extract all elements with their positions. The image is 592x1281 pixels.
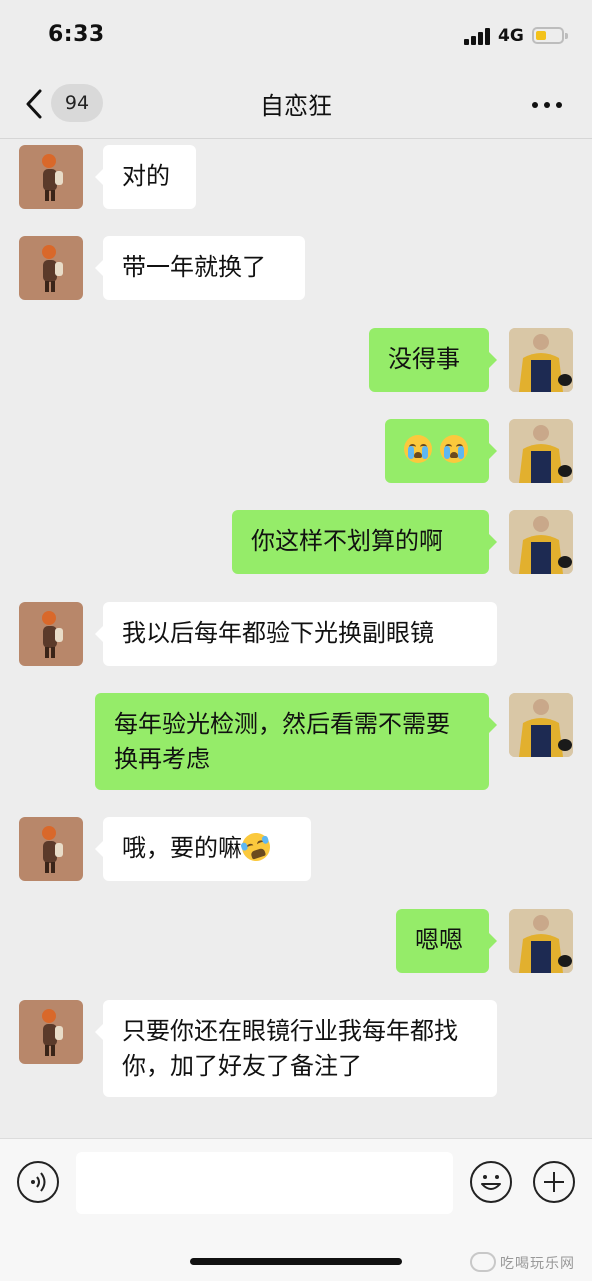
message-text: 哦，要的嘛 [122, 834, 242, 862]
message-text: 没得事 [388, 345, 460, 373]
watermark-logo-icon [470, 1252, 496, 1272]
message-text: 带一年就换了 [122, 253, 266, 281]
status-time: 6:33 [48, 22, 105, 47]
signal-icon [464, 28, 492, 45]
crying-face-icon [404, 435, 432, 463]
message-text: 对的 [122, 162, 170, 190]
smiley-icon [481, 1175, 501, 1190]
person-icon [42, 1009, 63, 1056]
person-icon [42, 154, 63, 201]
network-label: 4G [498, 26, 524, 46]
person-icon [509, 328, 573, 392]
outgoing-message[interactable] [385, 419, 497, 483]
chevron-left-icon [26, 89, 42, 119]
message-text: 每年验光检测，然后看需不需要换再考虑 [114, 710, 450, 773]
voice-icon [31, 1172, 46, 1192]
my-avatar[interactable] [509, 909, 573, 973]
outgoing-message[interactable]: 你这样不划算的啊 [232, 510, 497, 574]
chat-header: 94 自恋狂 [0, 70, 592, 139]
laughing-tears-icon [238, 829, 274, 865]
incoming-message[interactable]: 对的 [95, 145, 196, 209]
my-avatar[interactable] [509, 510, 573, 574]
message-text: 我以后每年都验下光换副眼镜 [122, 619, 434, 647]
more-functions-button[interactable] [533, 1161, 575, 1203]
emoji-button[interactable] [470, 1161, 512, 1203]
contact-avatar[interactable] [19, 602, 83, 666]
person-icon [509, 510, 573, 574]
person-icon [509, 693, 573, 757]
crying-face-icon [439, 435, 468, 463]
my-avatar[interactable] [509, 419, 573, 483]
outgoing-message[interactable]: 没得事 [369, 328, 497, 392]
person-icon [42, 245, 63, 292]
person-icon [42, 611, 63, 658]
contact-avatar[interactable] [19, 817, 83, 881]
plus-icon [544, 1172, 564, 1192]
contact-avatar[interactable] [19, 1000, 83, 1064]
person-icon [42, 826, 63, 873]
my-avatar[interactable] [509, 693, 573, 757]
message-text: 只要你还在眼镜行业我每年都找你，加了好友了备注了 [122, 1017, 458, 1080]
message-input[interactable] [76, 1152, 453, 1214]
home-indicator [190, 1258, 402, 1265]
voice-input-button[interactable] [17, 1161, 59, 1203]
message-text: 嗯嗯 [415, 926, 463, 954]
contact-avatar[interactable] [19, 145, 83, 209]
back-button[interactable] [20, 86, 50, 122]
more-options-button[interactable] [530, 100, 564, 110]
incoming-message[interactable]: 只要你还在眼镜行业我每年都找你，加了好友了备注了 [95, 1000, 497, 1097]
message-text: 你这样不划算的啊 [251, 527, 443, 555]
battery-icon [532, 27, 568, 44]
unread-count-badge[interactable]: 94 [51, 84, 103, 122]
watermark-text: 吃喝玩乐网 [500, 1256, 575, 1272]
watermark: 吃喝玩乐网 [466, 1249, 592, 1277]
person-icon [509, 909, 573, 973]
incoming-message[interactable]: 哦，要的嘛 [95, 817, 311, 881]
person-icon [509, 419, 573, 483]
incoming-message[interactable]: 我以后每年都验下光换副眼镜 [95, 602, 497, 666]
contact-avatar[interactable] [19, 236, 83, 300]
my-avatar[interactable] [509, 328, 573, 392]
outgoing-message[interactable]: 嗯嗯 [396, 909, 497, 973]
incoming-message[interactable]: 带一年就换了 [95, 236, 305, 300]
outgoing-message[interactable]: 每年验光检测，然后看需不需要换再考虑 [95, 693, 497, 790]
status-bar: 6:33 4G [0, 0, 592, 70]
